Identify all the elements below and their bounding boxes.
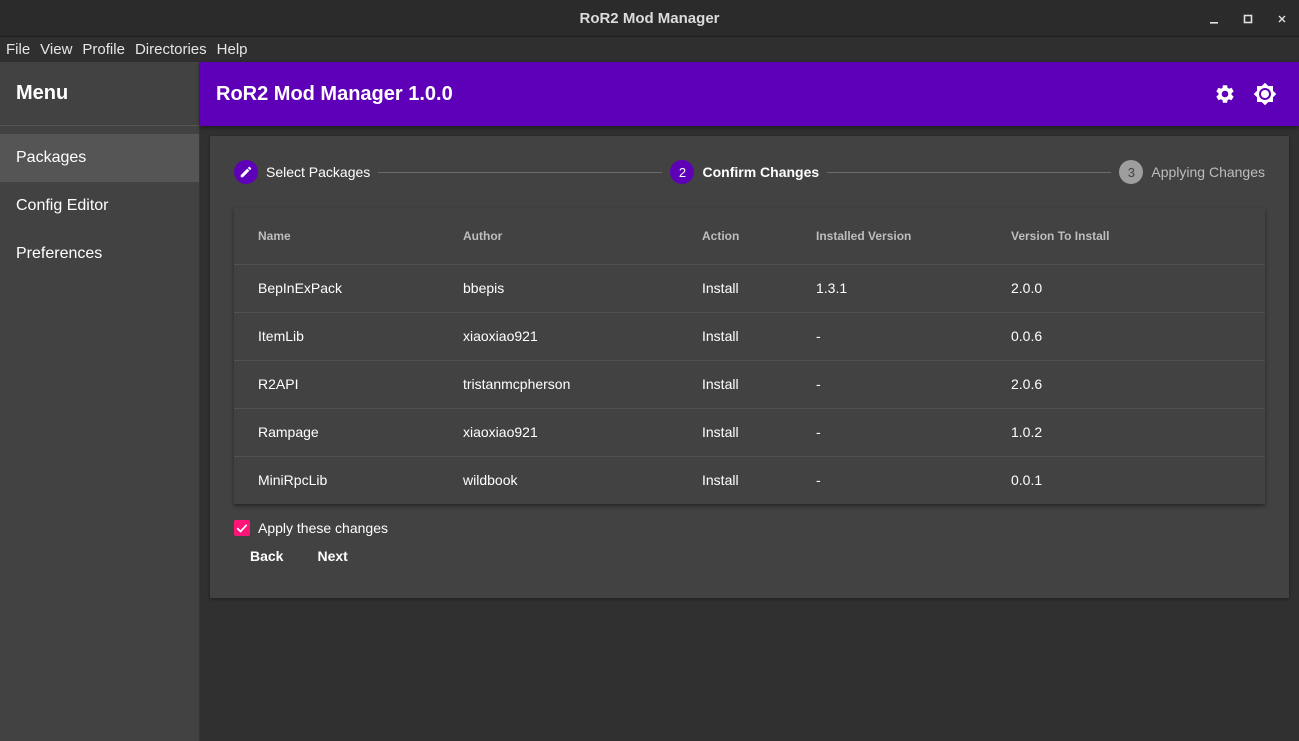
next-button[interactable]: Next — [301, 542, 363, 570]
sidebar-title: Menu — [0, 62, 199, 126]
back-button[interactable]: Back — [234, 542, 299, 570]
app-bar: RoR2 Mod Manager 1.0.0 — [200, 62, 1299, 126]
window-titlebar: RoR2 Mod Manager — [0, 0, 1299, 37]
sidebar-item-preferences[interactable]: Preferences — [0, 230, 199, 278]
step-confirm-changes[interactable]: 2 Confirm Changes — [670, 160, 819, 184]
step-circle — [234, 160, 258, 184]
cell-action: Install — [678, 408, 792, 457]
step-circle: 2 — [670, 160, 695, 184]
window-controls — [1197, 0, 1299, 37]
cell-installed-version: - — [792, 312, 987, 361]
step-connector — [378, 171, 663, 173]
close-icon — [1278, 15, 1286, 22]
cell-version-to-install: 0.0.1 — [1011, 472, 1043, 489]
sidebar-item-label: Config Editor — [16, 197, 109, 214]
brightness-icon — [1253, 82, 1277, 106]
menu-view[interactable]: View — [40, 41, 72, 58]
stepper-actions: Back Next — [234, 542, 364, 570]
menu-help[interactable]: Help — [217, 41, 248, 58]
cell-action: Install — [678, 264, 792, 313]
column-header-action: Action — [678, 208, 792, 265]
table-row: Rampage xiaoxiao921 Install - 1.0.2 — [234, 408, 1265, 457]
cell-action: Install — [702, 472, 739, 489]
cell-version-to-install: 2.0.0 — [987, 264, 1265, 313]
maximize-button[interactable] — [1231, 0, 1265, 37]
step-connector — [827, 171, 1112, 173]
minimize-button[interactable] — [1197, 0, 1231, 37]
step-label: Confirm Changes — [702, 164, 820, 180]
close-button[interactable] — [1265, 0, 1299, 37]
stepper: Select Packages 2 Confirm Changes 3 Appl… — [234, 160, 1265, 184]
menu-profile[interactable]: Profile — [82, 41, 125, 58]
cell-author: xiaoxiao921 — [439, 408, 678, 457]
cell-version-to-install: 1.0.2 — [987, 408, 1265, 457]
step-label: Select Packages — [266, 164, 371, 180]
cell-author: tristanmcpherson — [439, 360, 678, 409]
cell-version-to-install: 0.0.6 — [987, 312, 1265, 361]
apply-changes-checkbox[interactable] — [234, 520, 250, 536]
app-actions — [1213, 62, 1277, 126]
step-circle: 3 — [1119, 160, 1144, 184]
cell-version-to-install: 2.0.6 — [987, 360, 1265, 409]
cell-author: xiaoxiao921 — [439, 312, 678, 361]
sidebar: Menu Packages Config Editor Preferences — [0, 62, 200, 741]
cell-installed-version: - — [816, 472, 821, 489]
minimize-icon — [1210, 21, 1218, 24]
step-select-packages[interactable]: Select Packages — [234, 160, 370, 184]
sidebar-item-packages[interactable]: Packages — [0, 134, 199, 182]
cell-name: MiniRpcLib — [258, 472, 328, 489]
menu-file[interactable]: File — [6, 41, 30, 58]
window-title: RoR2 Mod Manager — [579, 9, 720, 27]
table-row: ItemLib xiaoxiao921 Install - 0.0.6 — [234, 312, 1265, 361]
table-row: MiniRpcLib wildbook Install - 0.0.1 — [234, 456, 1265, 504]
settings-button[interactable] — [1213, 82, 1237, 106]
cell-author: bbepis — [439, 264, 678, 313]
cell-name: ItemLib — [234, 312, 439, 361]
cell-action: Install — [678, 360, 792, 409]
cell-author: wildbook — [463, 472, 518, 489]
sidebar-item-label: Preferences — [16, 245, 103, 262]
pencil-icon — [240, 166, 252, 178]
checkmark-icon — [236, 524, 248, 533]
step-label: Applying Changes — [1151, 164, 1265, 180]
theme-toggle-button[interactable] — [1253, 82, 1277, 106]
cell-installed-version: - — [792, 408, 987, 457]
app-title: RoR2 Mod Manager 1.0.0 — [216, 82, 453, 105]
menu-directories[interactable]: Directories — [135, 41, 207, 58]
step-applying-changes[interactable]: 3 Applying Changes — [1119, 160, 1265, 184]
cell-installed-version: - — [792, 360, 987, 409]
cell-action: Install — [678, 312, 792, 361]
changes-table: Name Author Action Installed Version Ver… — [234, 208, 1265, 504]
menu-bar: File View Profile Directories Help — [0, 37, 1299, 62]
apply-changes-label[interactable]: Apply these changes — [258, 520, 388, 536]
apply-changes-row: Apply these changes — [234, 518, 388, 538]
sidebar-item-label: Packages — [16, 149, 87, 166]
content-card: Select Packages 2 Confirm Changes 3 Appl… — [210, 136, 1289, 598]
table-header-row: Name Author Action Installed Version Ver… — [234, 208, 1265, 265]
cell-name: R2API — [234, 360, 439, 409]
column-header-name: Name — [234, 208, 439, 265]
column-header-installed-version: Installed Version — [792, 208, 987, 265]
table-row: R2API tristanmcpherson Install - 2.0.6 — [234, 360, 1265, 409]
column-header-author: Author — [439, 208, 678, 265]
column-header-version-to-install: Version To Install — [987, 208, 1265, 265]
sidebar-item-config-editor[interactable]: Config Editor — [0, 182, 199, 230]
cell-name: Rampage — [234, 408, 439, 457]
table-row: BepInExPack bbepis Install 1.3.1 2.0.0 — [234, 264, 1265, 313]
cell-installed-version: 1.3.1 — [792, 264, 987, 313]
gear-icon — [1216, 85, 1234, 103]
maximize-icon — [1243, 14, 1253, 23]
cell-name: BepInExPack — [234, 264, 439, 313]
